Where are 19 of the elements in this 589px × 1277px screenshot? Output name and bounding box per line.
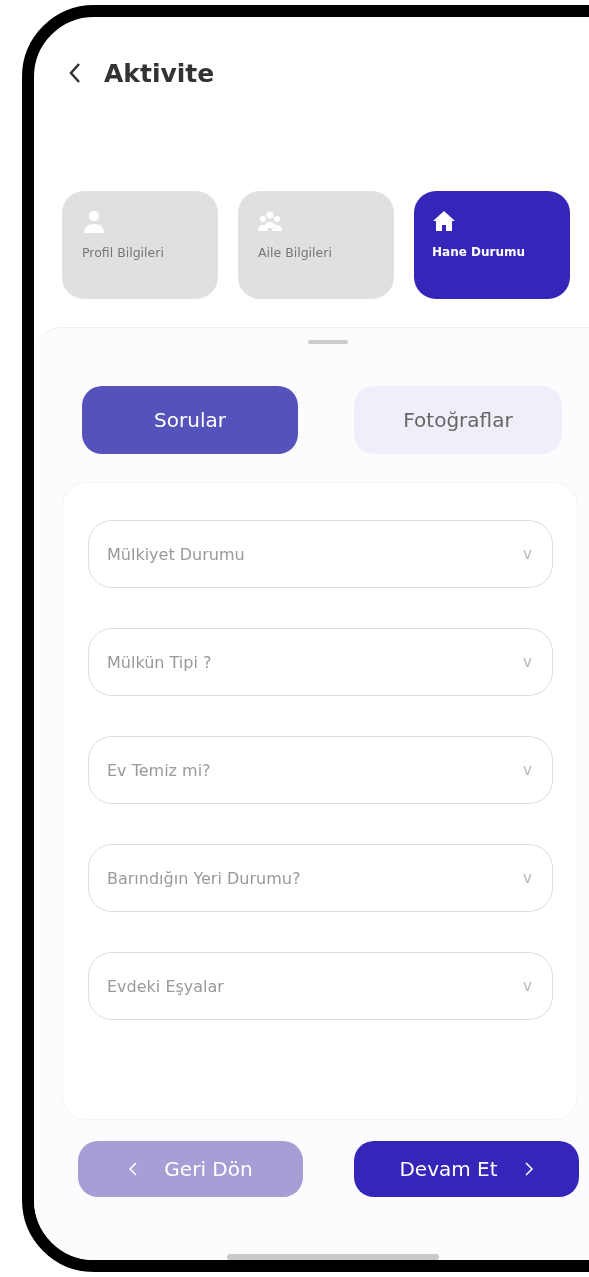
step-tab[interactable]: Hane Durumu <box>414 191 570 299</box>
dropdown-field[interactable]: Mülkiyet Durumu v <box>88 520 553 588</box>
step-tab[interactable]: Aile Bilgileri <box>238 191 394 299</box>
drag-handle[interactable] <box>308 340 348 344</box>
chevron-left-icon <box>128 1161 139 1177</box>
group-icon <box>258 209 282 233</box>
tab[interactable]: Fotoğraflar <box>354 386 562 454</box>
page-title: Aktivite <box>104 58 215 88</box>
dropdown-field[interactable]: Mülkün Tipi ? v <box>88 628 553 696</box>
chevron-right-icon <box>523 1161 534 1177</box>
continue-button[interactable]: Devam Et <box>354 1141 579 1197</box>
tab[interactable]: Sorular <box>82 386 298 454</box>
dropdown-field[interactable]: Evdeki Eşyalar v <box>88 952 553 1020</box>
dropdown-field[interactable]: Ev Temiz mi? v <box>88 736 553 804</box>
step-tab[interactable]: Profil Bilgileri <box>62 191 218 299</box>
back-icon[interactable] <box>68 62 82 84</box>
person-icon <box>82 209 106 233</box>
house-icon <box>432 209 456 233</box>
dropdown-field[interactable]: Barındığın Yeri Durumu? v <box>88 844 553 912</box>
